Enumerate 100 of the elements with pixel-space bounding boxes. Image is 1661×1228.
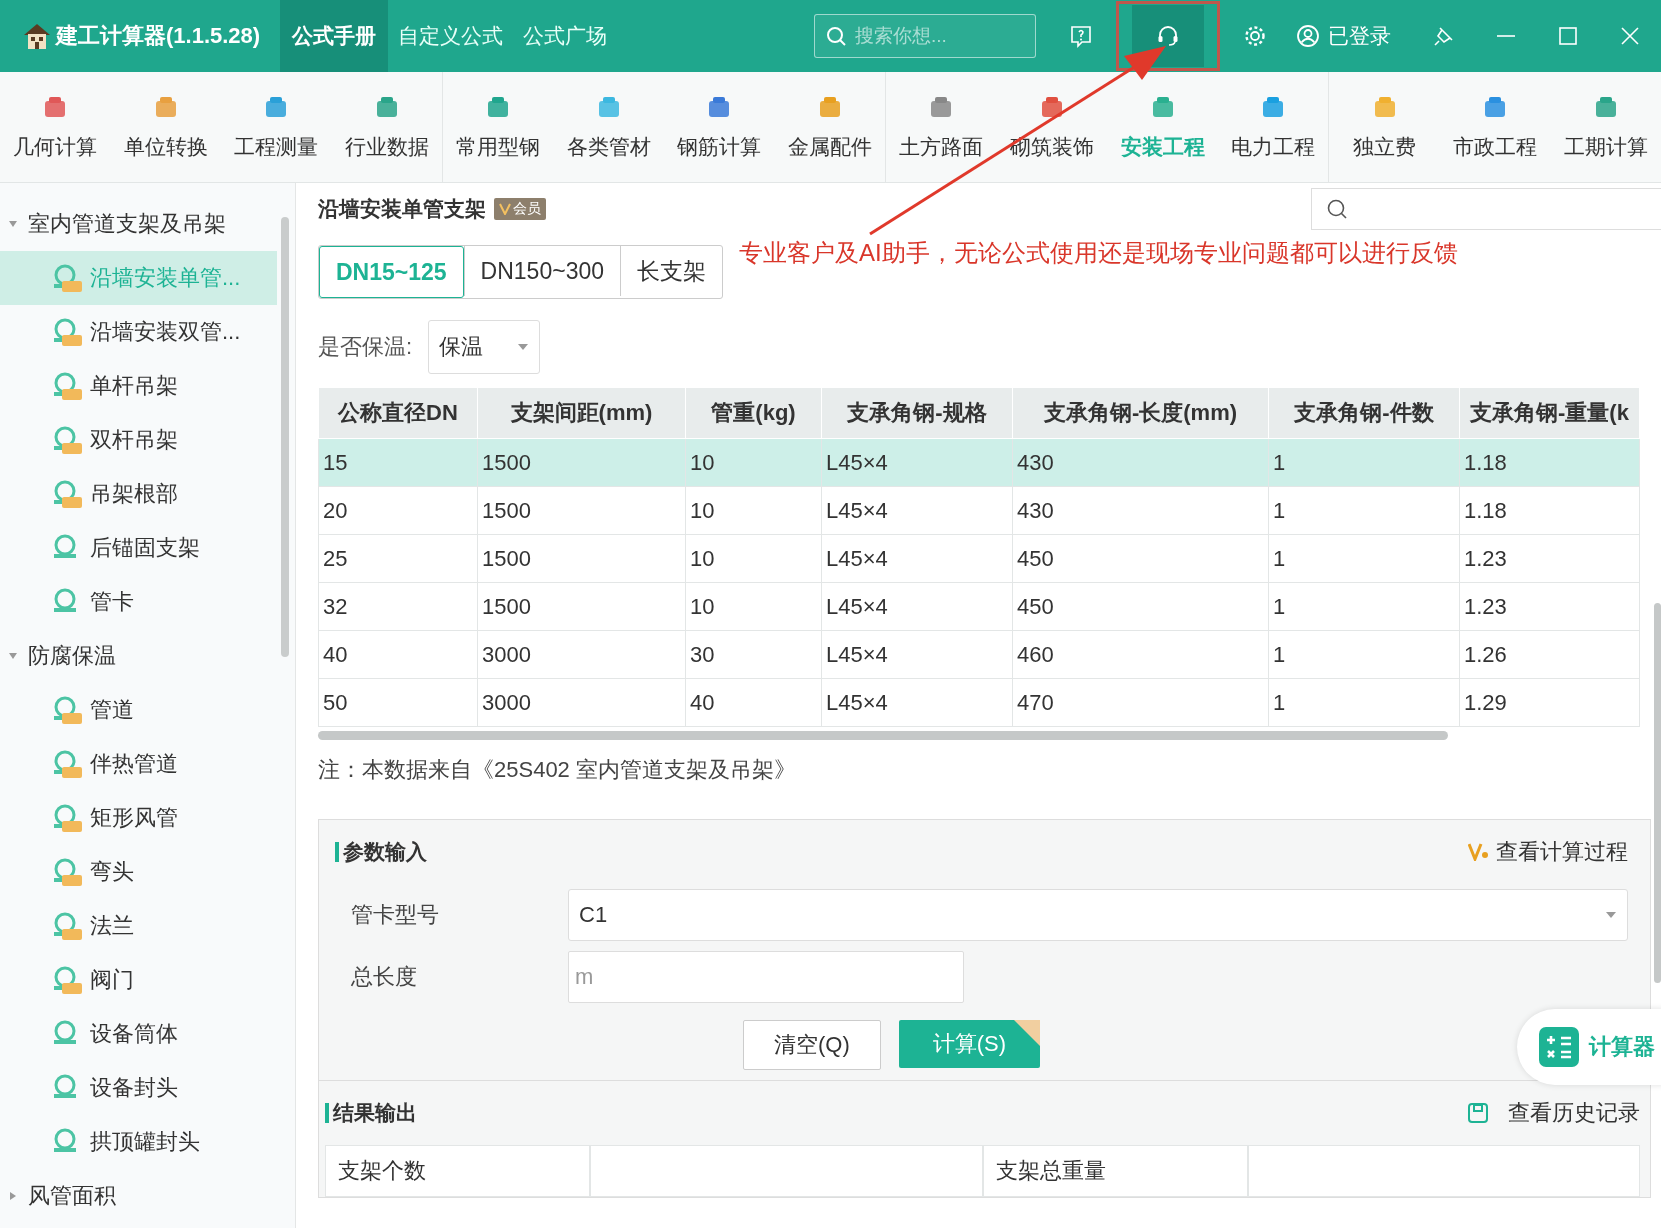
table-cell: 1.18: [1459, 438, 1640, 487]
toolbar-button[interactable]: 电力工程: [1217, 72, 1329, 182]
search-field[interactable]: [1311, 188, 1661, 230]
caret-icon: [8, 219, 18, 229]
history-link[interactable]: 查看历史记录: [1466, 1098, 1640, 1128]
tree-group[interactable]: 防腐保温: [0, 629, 277, 683]
annotation-text: 专业客户及AI助手，无论公式使用还是现场专业问题都可以进行反馈: [739, 238, 1458, 268]
scrollbar[interactable]: [1654, 603, 1661, 983]
input-field[interactable]: m: [568, 951, 964, 1003]
tree-item[interactable]: 管道: [0, 683, 277, 737]
vip-corner-icon: [1014, 1020, 1041, 1046]
column-header[interactable]: 支承角钢-长度(mm): [1012, 387, 1269, 439]
table-cell: 1: [1268, 438, 1460, 487]
process-link[interactable]: 查看计算过程: [1468, 837, 1628, 867]
vip-icon: [1468, 843, 1490, 861]
tree-item[interactable]: 拱顶罐封头: [0, 1115, 277, 1169]
table-cell: 15: [318, 438, 478, 487]
column-header[interactable]: 管重(kg): [685, 387, 822, 439]
tree-group[interactable]: 风管面积: [0, 1169, 277, 1223]
tree-item[interactable]: 设备筒体: [0, 1007, 277, 1061]
toolbar-button[interactable]: 钢筋计算: [664, 72, 775, 182]
house-icon: [22, 22, 52, 50]
badge-label: 会员: [513, 200, 541, 218]
segment-tab[interactable]: DN150~300: [463, 246, 620, 296]
toolbar-button[interactable]: 金属配件: [774, 72, 886, 182]
table-cell: 1.26: [1459, 630, 1640, 679]
table-cell: 1.18: [1459, 486, 1640, 535]
table-cell: 460: [1012, 630, 1269, 679]
column-header[interactable]: 公称直径DN: [318, 387, 478, 439]
toolbar-button[interactable]: 单位转换: [110, 72, 222, 182]
app-title: 建工计算器(1.1.5.28): [56, 22, 261, 50]
tree-item[interactable]: 单杆吊架: [0, 359, 277, 413]
tree-item[interactable]: 伴热管道: [0, 737, 277, 791]
tree-group[interactable]: 室内管道支架及吊架: [0, 197, 277, 251]
toolbar-button[interactable]: 各类管材: [553, 72, 665, 182]
column-header[interactable]: 支承角钢-规格: [821, 387, 1013, 439]
table-cell: 3000: [477, 678, 686, 727]
search-icon: [826, 26, 846, 46]
table-cell: 1.23: [1459, 582, 1640, 631]
toolbar-button[interactable]: 工期计算: [1550, 72, 1661, 182]
table-cell: 25: [318, 534, 478, 583]
source-note: 注：本数据来自《25S402 室内管道支架及吊架》: [318, 756, 797, 784]
table-row[interactable]: 20 1500 10 L45×4 430 1 1.18: [318, 486, 1640, 535]
scrollbar[interactable]: [318, 731, 1448, 740]
table-cell: 32: [318, 582, 478, 631]
table-cell: 450: [1012, 582, 1269, 631]
page-title: 沿墙安装单管支架: [318, 196, 486, 222]
select-field[interactable]: C1: [568, 889, 1628, 941]
tree-item[interactable]: 沿墙安装双管...: [0, 305, 277, 359]
table-row[interactable]: 32 1500 10 L45×4 450 1 1.23: [318, 582, 1640, 631]
tree-item[interactable]: 阀门: [0, 953, 277, 1007]
column-header[interactable]: 支架间距(mm): [477, 387, 686, 439]
result-label: 支架个数: [325, 1145, 590, 1197]
table-row[interactable]: 50 3000 40 L45×4 470 1 1.29: [318, 678, 1640, 727]
table-cell: L45×4: [821, 678, 1013, 727]
table-cell: 450: [1012, 534, 1269, 583]
toolbar-button[interactable]: 土方路面: [886, 72, 997, 182]
tree-item[interactable]: 双杆吊架: [0, 413, 277, 467]
table-row[interactable]: 40 3000 30 L45×4 460 1 1.26: [318, 630, 1640, 679]
tree-item[interactable]: 矩形风管: [0, 791, 277, 845]
table-row[interactable]: 15 1500 10 L45×4 430 1 1.18: [318, 438, 1640, 487]
result-label: 支架总重量: [983, 1145, 1248, 1197]
tree-item[interactable]: 后锚固支架: [0, 521, 277, 575]
vip-icon: [499, 203, 511, 215]
column-header[interactable]: 支承角钢-件数: [1268, 387, 1460, 439]
column-header[interactable]: 支承角钢-重量(k: [1459, 387, 1640, 439]
toolbar-button[interactable]: 独立费: [1329, 72, 1440, 182]
table-cell: L45×4: [821, 534, 1013, 583]
search-icon: [1326, 198, 1348, 220]
help-icon: [1069, 24, 1093, 48]
field-label: 是否保温:: [318, 333, 413, 361]
table-cell: 10: [685, 486, 822, 535]
table-cell: 1.29: [1459, 678, 1640, 727]
scrollbar[interactable]: [281, 217, 289, 657]
table-cell: 1500: [477, 438, 686, 487]
table-cell: 1500: [477, 486, 686, 535]
tree-item[interactable]: 法兰: [0, 899, 277, 953]
headset-button[interactable]: [1132, 5, 1204, 67]
tree-item[interactable]: 管卡: [0, 575, 277, 629]
table-cell: L45×4: [821, 486, 1013, 535]
toolbar-button[interactable]: 工程测量: [221, 72, 332, 182]
toolbar-button[interactable]: 市政工程: [1439, 72, 1551, 182]
table-cell: 430: [1012, 486, 1269, 535]
field-label: 管卡型号: [350, 901, 440, 929]
tree-item[interactable]: 吊架根部: [0, 467, 277, 521]
toolbar-button[interactable]: 几何计算: [0, 72, 111, 182]
insulation-dropdown[interactable]: 保温: [428, 320, 541, 374]
table-cell: 1: [1268, 678, 1460, 727]
field-label: 总长度: [350, 963, 418, 991]
segment-tab[interactable]: 长支架: [620, 246, 722, 296]
clear-button[interactable]: 清空(Q): [742, 1020, 881, 1070]
toolbar-button[interactable]: 行业数据: [331, 72, 443, 182]
nav-tab[interactable]: 公式手册: [280, 0, 389, 72]
tree-item[interactable]: 弯头: [0, 845, 277, 899]
table-cell: 3000: [477, 630, 686, 679]
table-cell: 10: [685, 534, 822, 583]
table-cell: 1500: [477, 582, 686, 631]
tree-item[interactable]: 设备封头: [0, 1061, 277, 1115]
toolbar-button[interactable]: 常用型钢: [443, 72, 554, 182]
table-row[interactable]: 25 1500 10 L45×4 450 1 1.23: [318, 534, 1640, 583]
